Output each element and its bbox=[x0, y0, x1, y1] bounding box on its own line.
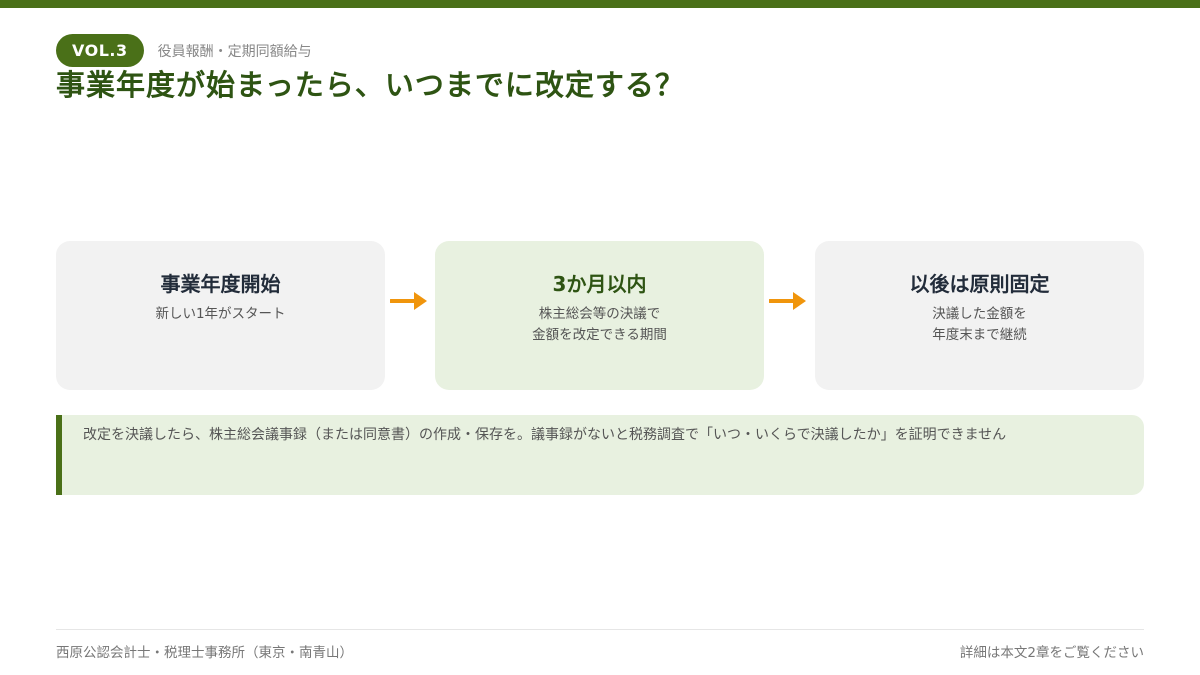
footer-office-name: 西原公認会計士・税理士事務所（東京・南青山） bbox=[56, 645, 353, 661]
step-title: 3か月以内 bbox=[552, 272, 647, 296]
arrow-right-icon bbox=[769, 292, 806, 310]
step-title: 事業年度開始 bbox=[160, 272, 281, 296]
step-description-line: 決議した金額を bbox=[932, 306, 1027, 322]
note-text: 改定を決議したら、株主総会議事録（または同意書）の作成・保存を。議事録がないと税… bbox=[83, 427, 1007, 443]
step-description: 新しい1年がスタート bbox=[56, 304, 385, 325]
step-description: 株主総会等の決議で 金額を改定できる期間 bbox=[435, 304, 764, 346]
step-card-three-months: 3か月以内 株主総会等の決議で 金額を改定できる期間 bbox=[435, 241, 764, 390]
page-title: 事業年度が始まったら、いつまでに改定する？ bbox=[56, 68, 685, 102]
top-accent-bar bbox=[0, 0, 1200, 8]
step-description-line: 年度末まで継続 bbox=[932, 327, 1027, 343]
step-card-fixed: 以後は原則固定 決議した金額を 年度末まで継続 bbox=[815, 241, 1144, 390]
step-description: 決議した金額を 年度末まで継続 bbox=[815, 304, 1144, 346]
step-description-line: 株主総会等の決議で bbox=[538, 306, 661, 322]
step-title: 以後は原則固定 bbox=[909, 272, 1050, 296]
note-callout: 改定を決議したら、株主総会議事録（または同意書）の作成・保存を。議事録がないと税… bbox=[56, 415, 1144, 495]
footer-divider bbox=[56, 629, 1144, 630]
timeline-flow: 事業年度開始 新しい1年がスタート 3か月以内 株主総会等の決議で 金額を改定で… bbox=[56, 241, 1144, 390]
footer-reference: 詳細は本文2章をご覧ください bbox=[959, 645, 1144, 661]
series-label: 役員報酬・定期同額給与 bbox=[157, 44, 312, 60]
step-description-line: 新しい1年がスタート bbox=[155, 306, 286, 322]
arrow-right-icon bbox=[390, 292, 427, 310]
step-card-start: 事業年度開始 新しい1年がスタート bbox=[56, 241, 385, 390]
step-description-line: 金額を改定できる期間 bbox=[532, 327, 667, 343]
